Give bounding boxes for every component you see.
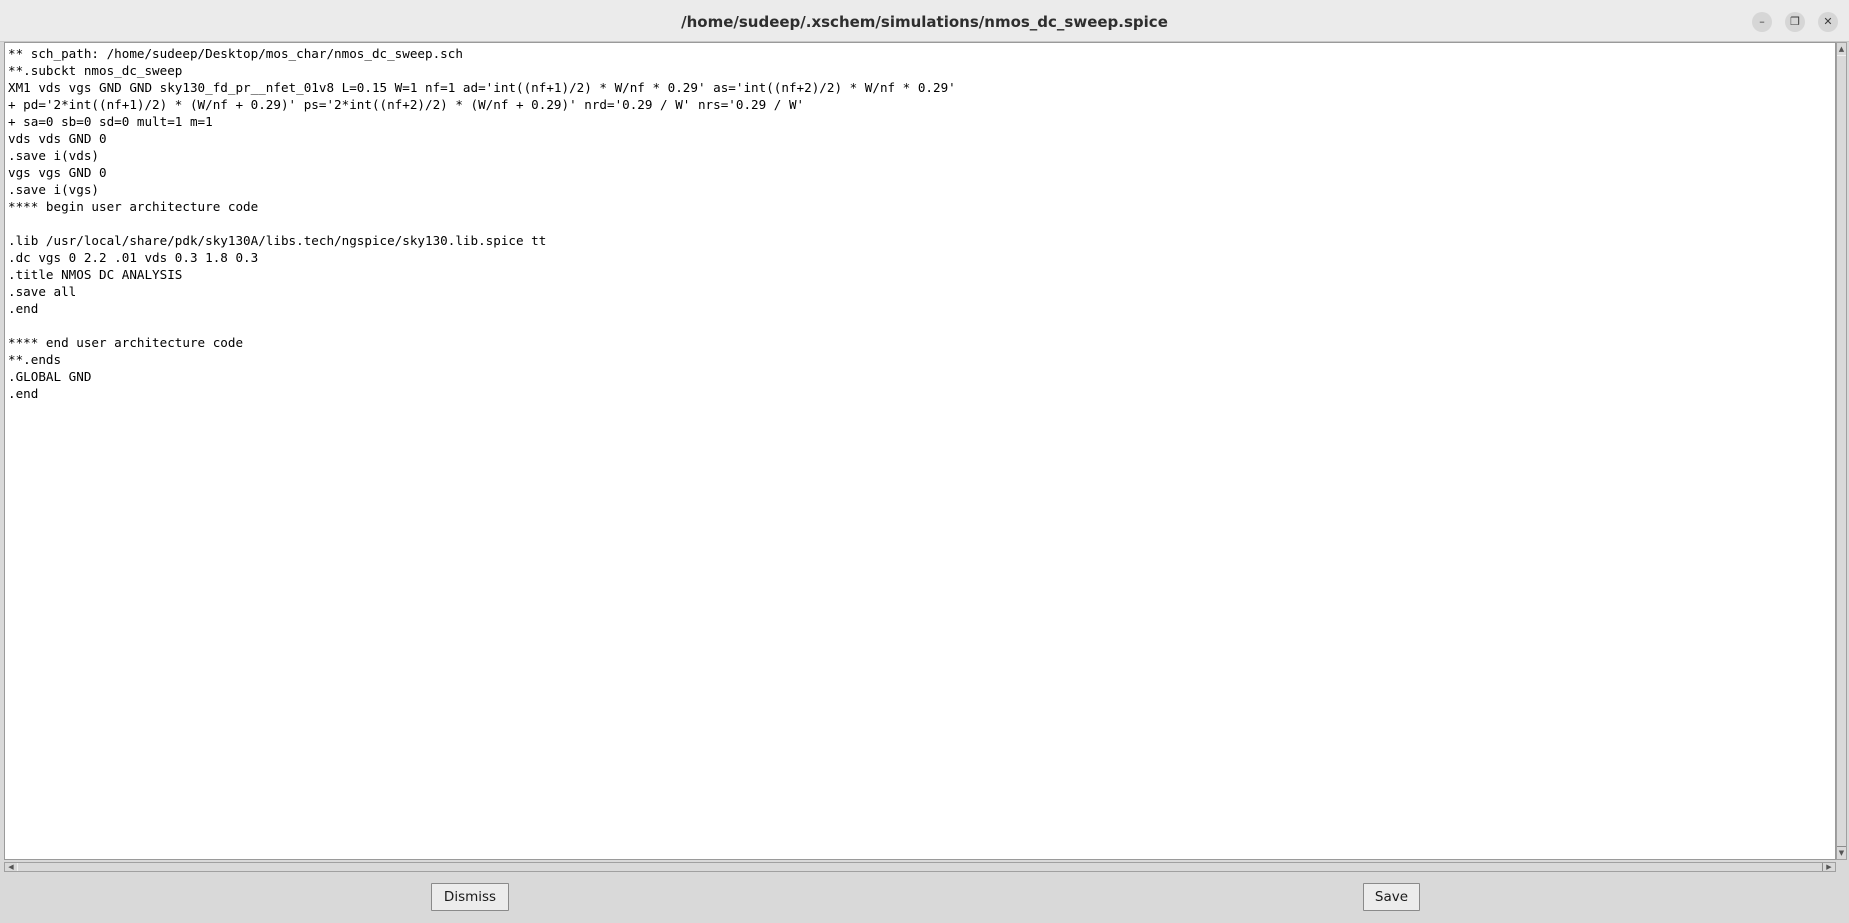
- netlist-text-area[interactable]: ** sch_path: /home/sudeep/Desktop/mos_ch…: [4, 42, 1836, 860]
- dismiss-button[interactable]: Dismiss: [431, 883, 509, 911]
- scroll-up-icon[interactable]: ▲: [1837, 43, 1846, 55]
- netlist-line: .save i(vds): [8, 148, 99, 163]
- netlist-line: .title NMOS DC ANALYSIS: [8, 267, 183, 282]
- netlist-line: .save i(vgs): [8, 182, 99, 197]
- netlist-line: .GLOBAL GND: [8, 369, 92, 384]
- save-button[interactable]: Save: [1363, 883, 1420, 911]
- netlist-line: + sa=0 sb=0 sd=0 mult=1 m=1: [8, 114, 213, 129]
- title-bar[interactable]: /home/sudeep/.xschem/simulations/nmos_dc…: [0, 0, 1849, 42]
- scroll-right-icon[interactable]: ▶: [1823, 863, 1835, 871]
- netlist-line: vds vds GND 0: [8, 131, 107, 146]
- netlist-line: .dc vgs 0 2.2 .01 vds 0.3 1.8 0.3: [8, 250, 259, 265]
- window-title: /home/sudeep/.xschem/simulations/nmos_dc…: [681, 13, 1168, 31]
- horizontal-scroll-thumb[interactable]: [17, 863, 1823, 871]
- netlist-line: XM1 vds vgs GND GND sky130_fd_pr__nfet_0…: [8, 80, 956, 95]
- netlist-line: .end: [8, 386, 39, 401]
- netlist-viewer-window: /home/sudeep/.xschem/simulations/nmos_dc…: [0, 0, 1849, 923]
- netlist-line: + pd='2*int((nf+1)/2) * (W/nf + 0.29)' p…: [8, 97, 805, 112]
- netlist-line: .save all: [8, 284, 77, 299]
- netlist-line: .lib /usr/local/share/pdk/sky130A/libs.t…: [8, 233, 547, 248]
- netlist-line: .end: [8, 301, 39, 316]
- netlist-code[interactable]: ** sch_path: /home/sudeep/Desktop/mos_ch…: [5, 43, 1835, 402]
- close-icon[interactable]: ✕: [1818, 12, 1838, 32]
- netlist-line: **** end user architecture code: [8, 335, 244, 350]
- maximize-icon[interactable]: ❐: [1785, 12, 1805, 32]
- netlist-line: **.subckt nmos_dc_sweep: [8, 63, 183, 78]
- netlist-line: **** begin user architecture code: [8, 199, 259, 214]
- scroll-down-icon[interactable]: ▼: [1837, 847, 1846, 859]
- vertical-scroll-thumb[interactable]: [1837, 55, 1846, 847]
- netlist-line: **.ends: [8, 352, 62, 367]
- vertical-scrollbar[interactable]: ▲ ▼: [1836, 42, 1847, 860]
- horizontal-scrollbar[interactable]: ◀ ▶: [4, 862, 1836, 872]
- netlist-line: ** sch_path: /home/sudeep/Desktop/mos_ch…: [8, 46, 463, 61]
- minimize-icon[interactable]: –: [1752, 12, 1772, 32]
- netlist-line: vgs vgs GND 0: [8, 165, 107, 180]
- scroll-left-icon[interactable]: ◀: [5, 863, 17, 871]
